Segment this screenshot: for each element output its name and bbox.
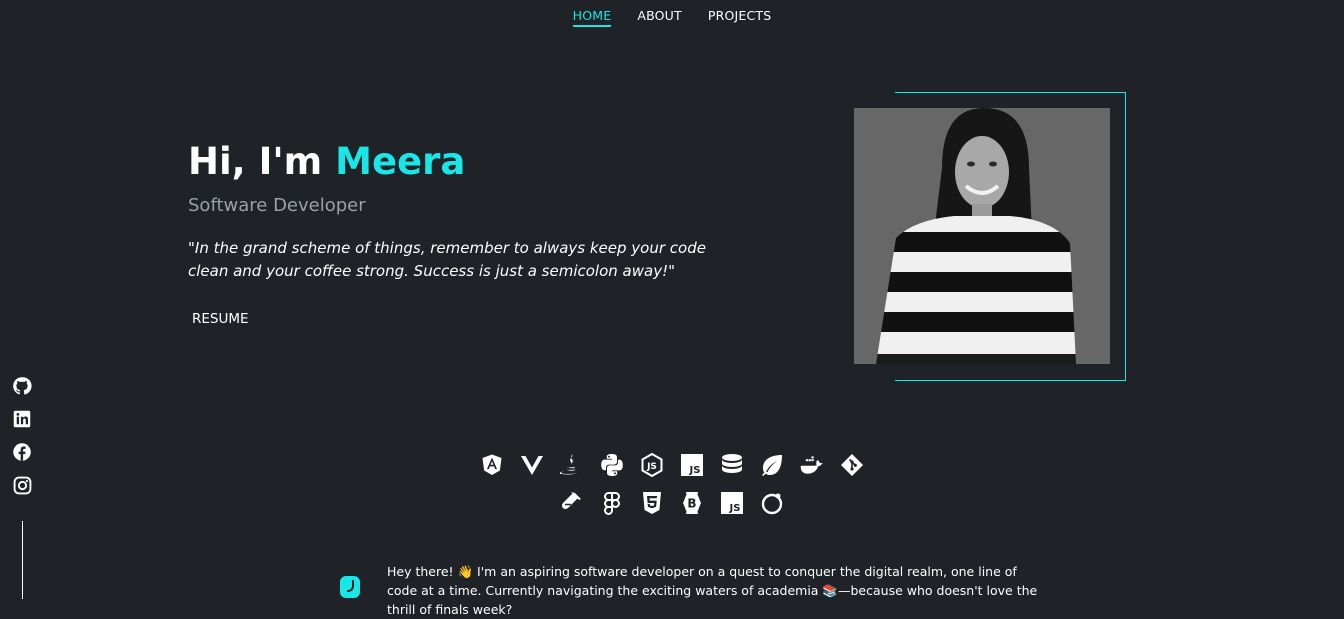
database-icon: [719, 452, 745, 478]
bootstrap-icon: B: [679, 490, 705, 516]
resume-button[interactable]: RESUME: [186, 307, 255, 331]
nav-home[interactable]: HOME: [572, 8, 612, 27]
hero-greeting: Hi, I'm: [188, 140, 323, 183]
docker-icon: [799, 452, 825, 478]
hero-title: Hi, I'm Meera: [188, 140, 465, 184]
profile-photo: [854, 108, 1110, 364]
vue-icon: [519, 452, 545, 478]
nav-projects[interactable]: PROJECTS: [708, 8, 772, 27]
svg-text:JS: JS: [689, 465, 701, 476]
git-icon: [839, 452, 865, 478]
figma-icon: [599, 490, 625, 516]
svg-text:JS: JS: [646, 462, 657, 472]
chat-avatar-icon: [340, 576, 360, 598]
sidebar-divider: [22, 521, 23, 599]
tech-stack-row-1: JS JS: [0, 452, 1344, 478]
redux-ring-icon: [759, 490, 785, 516]
flask-icon: [559, 490, 585, 516]
top-nav: HOME ABOUT PROJECTS: [0, 8, 1344, 27]
hero-quote: "In the grand scheme of things, remember…: [188, 239, 706, 280]
css3-icon: [639, 490, 665, 516]
javascript-icon: JS: [719, 490, 745, 516]
nav-about[interactable]: ABOUT: [637, 8, 682, 27]
github-icon[interactable]: [12, 376, 32, 396]
hero-name: Meera: [335, 140, 466, 183]
hero-subtitle: Software Developer: [188, 195, 366, 216]
angular-icon: [479, 452, 505, 478]
about-intro: Hey there! 👋 I'm an aspiring software de…: [387, 564, 1038, 617]
linkedin-icon[interactable]: [12, 409, 32, 429]
svg-text:B: B: [687, 497, 696, 511]
java-icon: [559, 452, 585, 478]
nodejs-icon: JS: [639, 452, 665, 478]
svg-text:JS: JS: [729, 503, 741, 514]
tech-stack-row-2: B JS: [0, 490, 1344, 516]
mongodb-leaf-icon: [759, 452, 785, 478]
python-icon: [599, 452, 625, 478]
javascript-icon: JS: [679, 452, 705, 478]
